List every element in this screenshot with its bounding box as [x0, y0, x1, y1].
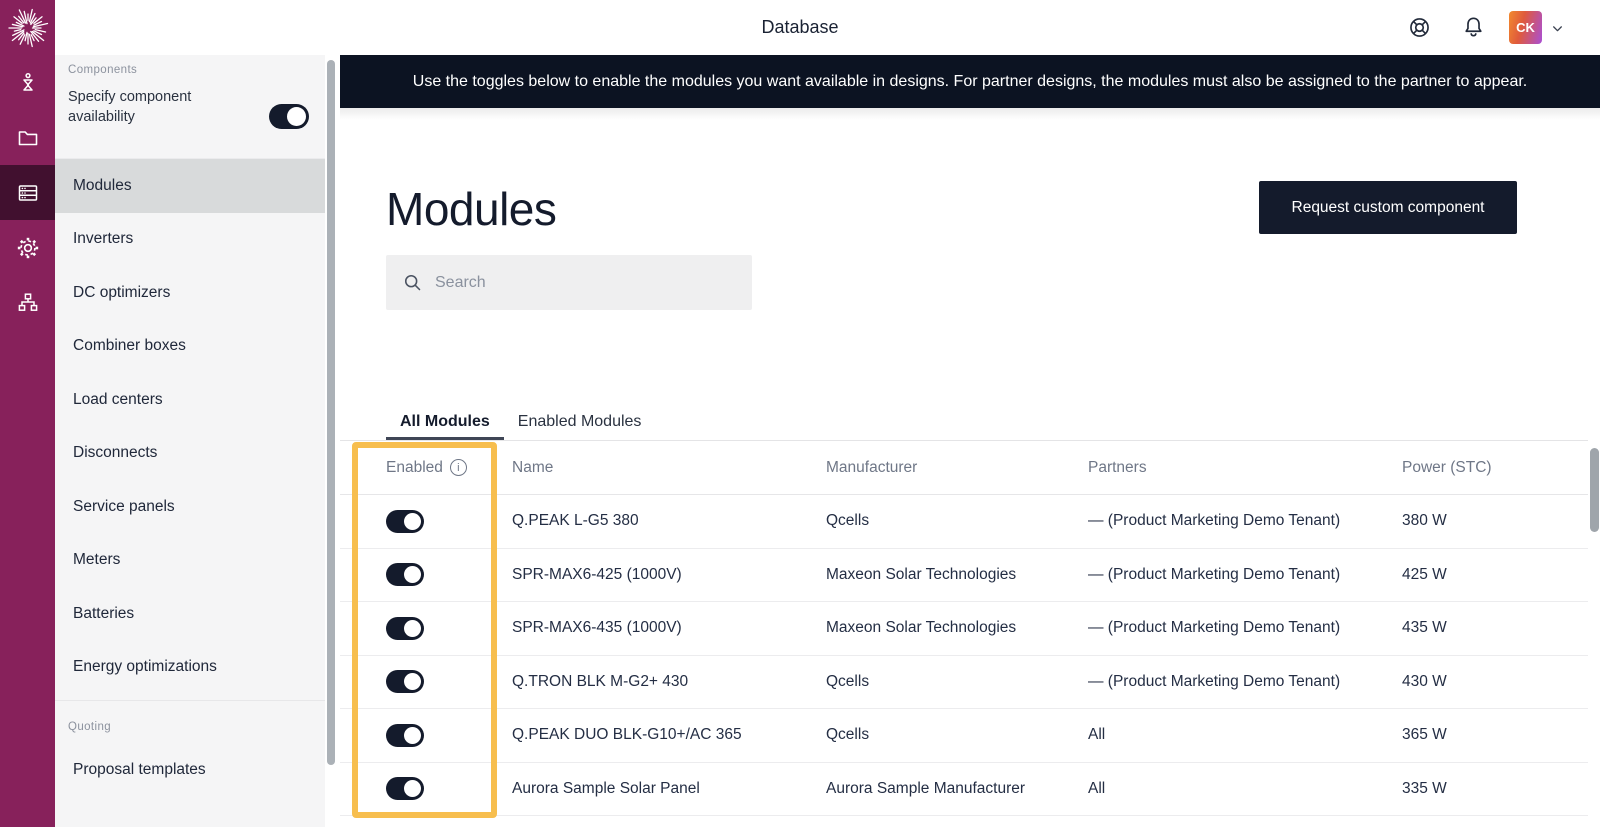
sidebar-item-service-panels[interactable]: Service panels [55, 480, 325, 534]
sidebar-item-proposal-templates[interactable]: Proposal templates [55, 743, 325, 797]
partners-cell: All [1088, 726, 1402, 744]
name-cell: Q.PEAK L-G5 380 [512, 512, 826, 530]
name-cell: SPR-MAX6-425 (1000V) [512, 566, 826, 584]
folder-icon[interactable] [0, 110, 55, 165]
partners-cell: All [1088, 780, 1402, 798]
power-cell: 435 W [1402, 619, 1588, 637]
sidebar-item-modules[interactable]: Modules [55, 159, 325, 213]
availability-toggle[interactable] [269, 104, 309, 129]
components-section-label: Components [68, 64, 137, 76]
row-enabled-toggle[interactable] [386, 724, 424, 747]
column-header-partners: Partners [1088, 459, 1402, 477]
row-enabled-toggle[interactable] [386, 777, 424, 800]
search-box[interactable] [386, 255, 752, 310]
enabled-cell [340, 563, 512, 586]
enabled-cell [340, 777, 512, 800]
table-header-row: Enabled i Name Manufacturer Partners Pow… [340, 441, 1588, 495]
row-enabled-toggle[interactable] [386, 563, 424, 586]
power-cell: 430 W [1402, 673, 1588, 691]
table-row: Q.PEAK L-G5 380Qcells— (Product Marketin… [340, 495, 1588, 549]
manufacturer-cell: Qcells [826, 673, 1088, 691]
sidebar-item-dc-optimizers[interactable]: DC optimizers [55, 266, 325, 320]
manufacturer-cell: Qcells [826, 512, 1088, 530]
quoting-menu: Proposal templates [55, 743, 325, 797]
components-sidebar: Components Specify component availabilit… [55, 55, 325, 827]
partners-cell: — (Product Marketing Demo Tenant) [1088, 512, 1402, 530]
power-cell: 380 W [1402, 512, 1588, 530]
quoting-section-label: Quoting [68, 721, 111, 733]
tab-enabled-modules[interactable]: Enabled Modules [504, 406, 656, 440]
table-row: Q.TRON BLK M-G2+ 430Qcells— (Product Mar… [340, 656, 1588, 710]
column-header-manufacturer: Manufacturer [826, 459, 1088, 477]
org-hierarchy-icon[interactable] [0, 275, 55, 330]
sidebar-item-load-centers[interactable]: Load centers [55, 373, 325, 427]
sidebar-item-meters[interactable]: Meters [55, 534, 325, 588]
help-lifebuoy-icon[interactable] [1407, 15, 1432, 45]
sidebar-item-inverters[interactable]: Inverters [55, 213, 325, 267]
table-row: SPR-MAX6-425 (1000V)Maxeon Solar Technol… [340, 549, 1588, 603]
name-cell: Q.TRON BLK M-G2+ 430 [512, 673, 826, 691]
name-cell: SPR-MAX6-435 (1000V) [512, 619, 826, 637]
chevron-down-icon[interactable] [1551, 22, 1564, 40]
icon-rail [0, 0, 55, 827]
table-body: Q.PEAK L-G5 380Qcells— (Product Marketin… [340, 495, 1588, 816]
info-icon[interactable]: i [450, 459, 467, 476]
table-row: Aurora Sample Solar PanelAurora Sample M… [340, 763, 1588, 817]
partners-cell: — (Product Marketing Demo Tenant) [1088, 619, 1402, 637]
main-content: Use the toggles below to enable the modu… [340, 55, 1600, 827]
info-banner: Use the toggles below to enable the modu… [340, 55, 1600, 108]
modules-table: Enabled i Name Manufacturer Partners Pow… [340, 440, 1588, 816]
enabled-cell [340, 510, 512, 533]
power-cell: 335 W [1402, 780, 1588, 798]
sidebar-scrollbar[interactable] [327, 60, 335, 765]
modules-heading: Modules [386, 182, 556, 236]
sidebar-menu: ModulesInvertersDC optimizersCombiner bo… [55, 158, 325, 694]
page-title: Database [55, 17, 1545, 38]
user-avatar[interactable]: CK [1509, 11, 1542, 44]
power-cell: 365 W [1402, 726, 1588, 744]
name-cell: Q.PEAK DUO BLK-G10+/AC 365 [512, 726, 826, 744]
sidebar-divider [55, 700, 325, 701]
partners-cell: — (Product Marketing Demo Tenant) [1088, 673, 1402, 691]
power-cell: 425 W [1402, 566, 1588, 584]
sidebar-item-batteries[interactable]: Batteries [55, 587, 325, 641]
table-row: SPR-MAX6-435 (1000V)Maxeon Solar Technol… [340, 602, 1588, 656]
manufacturer-cell: Maxeon Solar Technologies [826, 566, 1088, 584]
module-tabs: All ModulesEnabled Modules [386, 406, 655, 440]
tab-all-modules[interactable]: All Modules [386, 406, 504, 440]
manufacturer-cell: Aurora Sample Manufacturer [826, 780, 1088, 798]
starburst-logo-icon [6, 6, 50, 50]
manufacturer-cell: Qcells [826, 726, 1088, 744]
sidebar-item-energy-optimizations[interactable]: Energy optimizations [55, 641, 325, 695]
manufacturer-cell: Maxeon Solar Technologies [826, 619, 1088, 637]
partners-cell: — (Product Marketing Demo Tenant) [1088, 566, 1402, 584]
column-header-enabled: Enabled i [340, 459, 512, 477]
name-cell: Aurora Sample Solar Panel [512, 780, 826, 798]
projects-icon[interactable] [0, 55, 55, 110]
request-custom-component-button[interactable]: Request custom component [1259, 181, 1517, 234]
database-icon[interactable] [0, 165, 55, 220]
column-header-name: Name [512, 459, 826, 477]
top-bar: Database CK [55, 0, 1600, 55]
sidebar-item-combiner-boxes[interactable]: Combiner boxes [55, 320, 325, 374]
enabled-cell [340, 617, 512, 640]
sidebar-item-disconnects[interactable]: Disconnects [55, 427, 325, 481]
aurora-logo[interactable] [0, 0, 55, 55]
column-header-power: Power (STC) [1402, 459, 1588, 477]
row-enabled-toggle[interactable] [386, 617, 424, 640]
availability-label: Specify component availability [68, 88, 228, 127]
notifications-bell-icon[interactable] [1461, 15, 1486, 45]
app-root: Database CK Components Specify component… [0, 0, 1600, 827]
table-row: Q.PEAK DUO BLK-G10+/AC 365QcellsAll365 W [340, 709, 1588, 763]
banner-shadow [340, 108, 1600, 120]
page-scrollbar[interactable] [1590, 448, 1599, 532]
row-enabled-toggle[interactable] [386, 670, 424, 693]
search-input[interactable] [433, 273, 736, 293]
enabled-cell [340, 670, 512, 693]
enabled-cell [340, 724, 512, 747]
search-icon [402, 272, 423, 293]
row-enabled-toggle[interactable] [386, 510, 424, 533]
settings-gear-icon[interactable] [0, 220, 55, 275]
